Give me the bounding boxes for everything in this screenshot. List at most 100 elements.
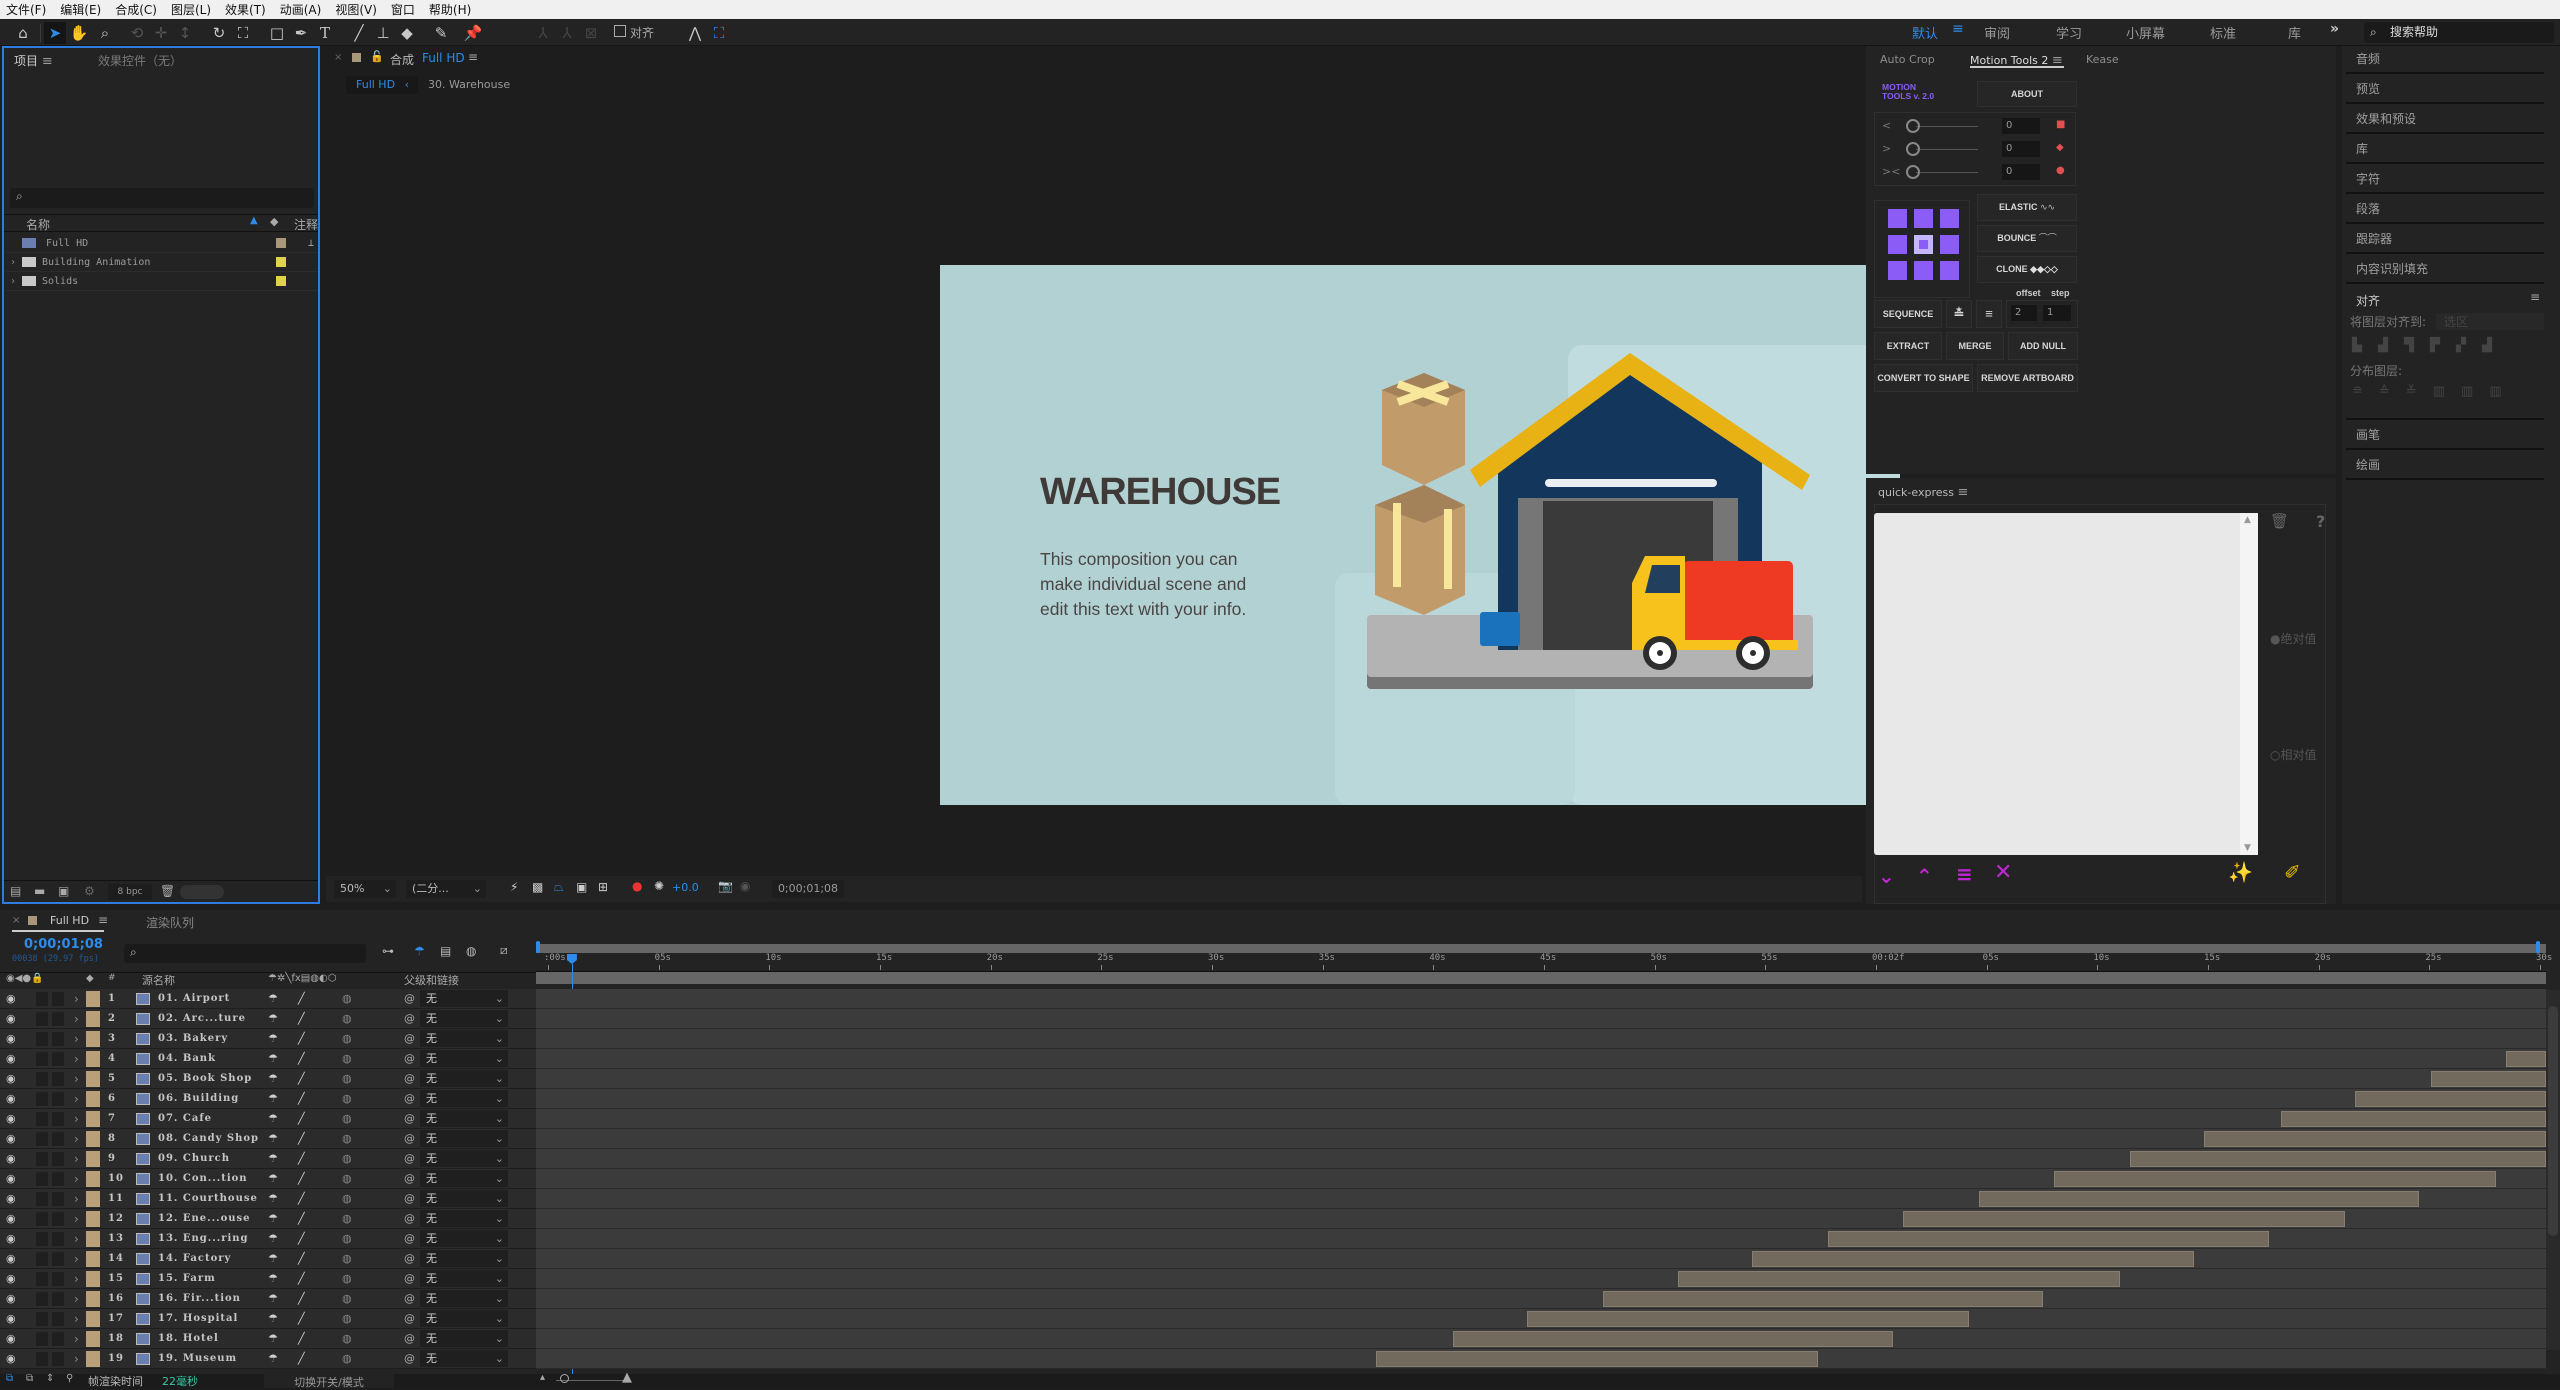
layer-duration-bar[interactable]: [2431, 1071, 2546, 1087]
label-swatch[interactable]: [86, 1211, 100, 1227]
layer-name[interactable]: 07. Cafe: [158, 1109, 212, 1129]
slider-track[interactable]: [1916, 126, 1978, 127]
add-null-button[interactable]: ADD NULL: [2008, 332, 2078, 360]
visibility-eye-icon[interactable]: ◉: [6, 1049, 16, 1069]
chevron-right-icon[interactable]: ›: [74, 1349, 79, 1369]
shy-icon[interactable]: ☂: [268, 1069, 278, 1089]
quality-icon[interactable]: ╱: [298, 1329, 305, 1349]
quality-icon[interactable]: ╱: [298, 1149, 305, 1169]
label-swatch[interactable]: [86, 1231, 100, 1247]
quality-icon[interactable]: ╱: [298, 1089, 305, 1109]
chevron-down-icon[interactable]: ⌄: [1878, 864, 1895, 888]
parent-select[interactable]: 无 ⌄: [420, 1050, 508, 1067]
column-source-name[interactable]: 源名称: [142, 972, 175, 988]
timeline-search-input[interactable]: ⌕: [124, 944, 366, 963]
menu-item[interactable]: 帮助(H): [429, 1, 471, 18]
shy-icon[interactable]: ☂: [268, 1029, 278, 1049]
motion-blur-icon[interactable]: ◍: [342, 1049, 352, 1069]
motion-blur-icon[interactable]: ◍: [342, 1189, 352, 1209]
work-area-bar[interactable]: [536, 944, 2546, 953]
chevron-right-icon[interactable]: ›: [74, 1109, 79, 1129]
visibility-eye-icon[interactable]: ◉: [6, 1129, 16, 1149]
panel-tab[interactable]: 效果和预设: [2346, 106, 2544, 134]
solo-toggle[interactable]: [36, 1252, 48, 1266]
lock-toggle[interactable]: [52, 1212, 64, 1226]
layer-row[interactable]: ◉ › 11 11. Courthouse ☂ ╱ ◍ @ 无 ⌄: [0, 1189, 536, 1209]
parent-select[interactable]: 无 ⌄: [420, 1010, 508, 1027]
stretch-icon[interactable]: ⚲: [66, 1373, 73, 1384]
layer-row[interactable]: ◉ › 16 16. Fir...tion ☂ ╱ ◍ @ 无 ⌄: [0, 1289, 536, 1309]
layer-duration-bar[interactable]: [2280, 1111, 2546, 1127]
search-help-input[interactable]: ⌕ 搜索帮助: [2364, 22, 2554, 43]
comp-tab-name[interactable]: Full HD: [422, 51, 465, 65]
project-search-input[interactable]: ⌕: [10, 188, 314, 208]
chevron-right-icon[interactable]: ›: [74, 1309, 79, 1329]
tab-render-queue[interactable]: 渲染队列: [146, 914, 194, 931]
slider-value-input[interactable]: 0: [2002, 141, 2040, 157]
chevron-right-icon[interactable]: ›: [74, 1089, 79, 1109]
motion-blur-icon[interactable]: ◍: [342, 989, 352, 1009]
lock-toggle[interactable]: [52, 992, 64, 1006]
solo-toggle[interactable]: [36, 1112, 48, 1126]
quality-icon[interactable]: ╱: [298, 1049, 305, 1069]
align-to-select[interactable]: 选区: [2436, 313, 2544, 330]
label-tag-icon[interactable]: ◆: [270, 215, 278, 228]
more-workspaces-button[interactable]: »: [2330, 21, 2339, 37]
snap-options-icon[interactable]: ⋀: [684, 22, 706, 44]
show-snapshot-icon[interactable]: ◉: [740, 879, 750, 893]
transfer-controls-icon[interactable]: ⧉: [26, 1373, 33, 1384]
pick-whip-icon[interactable]: @: [404, 1069, 415, 1089]
quality-icon[interactable]: ╱: [298, 1289, 305, 1309]
shy-icon[interactable]: ☂: [268, 1289, 278, 1309]
motion-blur-icon[interactable]: ◍: [342, 1289, 352, 1309]
quality-icon[interactable]: ╱: [298, 1129, 305, 1149]
label-swatch[interactable]: [86, 1331, 100, 1347]
quality-icon[interactable]: ╱: [298, 1349, 305, 1369]
label-swatch[interactable]: [276, 257, 286, 267]
snap-checkbox[interactable]: [614, 25, 626, 37]
quality-icon[interactable]: ╱: [298, 1309, 305, 1329]
lock-toggle[interactable]: [52, 1152, 64, 1166]
playhead-handle[interactable]: [566, 954, 577, 964]
render-settings-icon[interactable]: ⚙: [84, 884, 95, 898]
layer-name[interactable]: 16. Fir...tion: [158, 1289, 241, 1309]
chevron-right-icon[interactable]: ›: [74, 1249, 79, 1269]
hierarchy-icon[interactable]: ⊥: [308, 234, 314, 253]
timeline-zoom-handle[interactable]: [560, 1374, 569, 1383]
parent-select[interactable]: 无 ⌄: [420, 1090, 508, 1107]
menu-item[interactable]: 效果(T): [225, 1, 266, 18]
visibility-eye-icon[interactable]: ◉: [6, 1149, 16, 1169]
motion-blur-icon[interactable]: ◍: [342, 1269, 352, 1289]
lock-toggle[interactable]: [52, 1052, 64, 1066]
clone-stamp-icon[interactable]: ⊥: [372, 22, 394, 44]
label-swatch[interactable]: [86, 1031, 100, 1047]
axis-world-icon[interactable]: ⅄: [556, 22, 578, 44]
solo-toggle[interactable]: [36, 1192, 48, 1206]
layer-duration-bar[interactable]: [1979, 1191, 2420, 1207]
parent-select[interactable]: 无 ⌄: [420, 1130, 508, 1147]
delete-icon[interactable]: 🗑: [160, 884, 175, 898]
absolute-radio[interactable]: ●绝对值: [2270, 630, 2317, 647]
expression-textarea[interactable]: ▲ ▼: [1874, 513, 2258, 855]
parent-select[interactable]: 无 ⌄: [420, 1310, 508, 1327]
label-swatch[interactable]: [86, 1271, 100, 1287]
lock-toggle[interactable]: [52, 1292, 64, 1306]
visibility-eye-icon[interactable]: ◉: [6, 1209, 16, 1229]
shy-icon[interactable]: ☂: [268, 1309, 278, 1329]
chevron-right-icon[interactable]: ›: [74, 1189, 79, 1209]
layer-duration-bar[interactable]: [2505, 1051, 2546, 1067]
zoom-in-icon[interactable]: ▲: [622, 1370, 632, 1385]
layer-duration-bar[interactable]: [2053, 1171, 2496, 1187]
layer-duration-bar[interactable]: [1752, 1251, 2195, 1267]
panel-tab[interactable]: 预览: [2346, 76, 2544, 104]
tab-effect-controls[interactable]: 效果控件（无）: [98, 52, 182, 69]
solo-toggle[interactable]: [36, 1232, 48, 1246]
shy-icon[interactable]: ☂: [268, 1269, 278, 1289]
scroll-up-icon[interactable]: ▲: [2244, 515, 2251, 525]
shy-icon[interactable]: ☂: [268, 989, 278, 1009]
dolly-camera-icon[interactable]: ↕: [174, 22, 196, 44]
axis-local-icon[interactable]: ⅄: [532, 22, 554, 44]
breadcrumb-full-hd[interactable]: Full HD ‹: [346, 76, 418, 94]
workspace-tab[interactable]: 审阅: [1984, 23, 2010, 42]
panel-menu-icon[interactable]: ≡: [1957, 485, 1968, 500]
